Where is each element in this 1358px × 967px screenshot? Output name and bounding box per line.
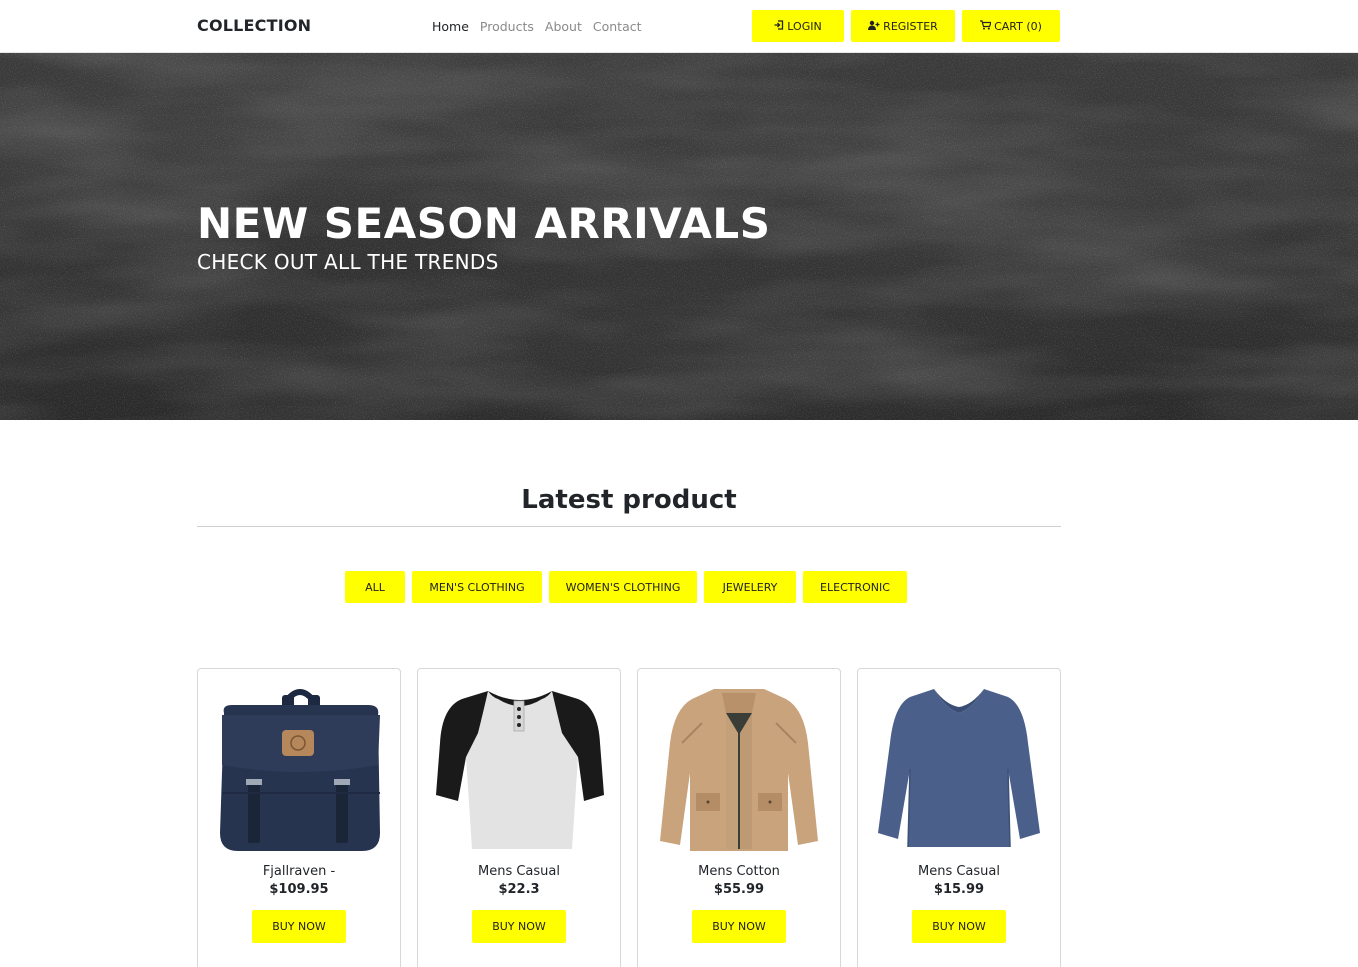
product-price: $22.3	[498, 882, 540, 897]
filter-mens-clothing-button[interactable]: MEN'S CLOTHING	[412, 571, 542, 603]
buy-now-button[interactable]: BUY NOW	[692, 910, 786, 943]
register-button[interactable]: REGISTER	[851, 10, 955, 42]
product-name: Mens Casual	[478, 864, 560, 879]
product-name: Mens Casual	[918, 864, 1000, 879]
product-card: Mens Casual $22.3 BUY NOW	[417, 668, 621, 967]
product-image-slim-fit-tshirt	[878, 689, 1040, 848]
shopping-cart-icon	[980, 19, 992, 33]
product-image-raglan-tshirt	[436, 691, 604, 849]
filter-womens-clothing-button[interactable]: WOMEN'S CLOTHING	[549, 571, 697, 603]
hero-subtitle: CHECK OUT ALL THE TRENDS	[197, 250, 499, 274]
buy-now-button[interactable]: BUY NOW	[472, 910, 566, 943]
filter-electronic-button[interactable]: ELECTRONIC	[803, 571, 907, 603]
product-name: Fjallraven -	[262, 864, 336, 879]
nav-links: Home Products About Contact	[432, 19, 642, 34]
product-name: Mens Cotton	[698, 864, 780, 879]
sign-in-icon	[774, 19, 784, 33]
product-grid: Fjallraven - $109.95 BUY NOW Mens Casual…	[197, 668, 1061, 967]
buy-now-button[interactable]: BUY NOW	[912, 910, 1006, 943]
buy-now-button[interactable]: BUY NOW	[252, 910, 346, 943]
nav-link-contact[interactable]: Contact	[593, 19, 642, 34]
product-price: $109.95	[269, 882, 329, 897]
nav-buttons: LOGIN REGISTER CART (0)	[752, 10, 1060, 42]
cart-label: CART (0)	[994, 19, 1042, 33]
filter-jewelery-button[interactable]: JEWELERY	[704, 571, 796, 603]
product-card: Mens Cotton $55.99 BUY NOW	[637, 668, 841, 967]
cart-button[interactable]: CART (0)	[962, 10, 1060, 42]
nav-link-home[interactable]: Home	[432, 19, 469, 34]
hero-title: NEW SEASON ARRIVALS	[197, 199, 771, 248]
product-card: Mens Casual $15.99 BUY NOW	[857, 668, 1061, 967]
user-plus-icon	[868, 20, 880, 33]
hero-banner: NEW SEASON ARRIVALS CHECK OUT ALL THE TR…	[0, 53, 1358, 420]
filter-all-button[interactable]: ALL	[345, 571, 405, 603]
product-image-cotton-jacket	[660, 689, 818, 851]
register-label: REGISTER	[883, 19, 938, 33]
product-price: $55.99	[713, 882, 765, 897]
product-image-backpack	[220, 689, 380, 851]
login-button[interactable]: LOGIN	[752, 10, 844, 42]
section-divider	[197, 526, 1061, 527]
brand-logo[interactable]: COLLECTION	[197, 16, 311, 35]
navbar: COLLECTION Home Products About Contact L…	[0, 0, 1358, 53]
section-title: Latest product	[521, 485, 737, 515]
login-label: LOGIN	[787, 19, 822, 33]
nav-link-about[interactable]: About	[545, 19, 582, 34]
product-price: $15.99	[933, 882, 985, 897]
category-filters: ALL MEN'S CLOTHING WOMEN'S CLOTHING JEWE…	[345, 571, 907, 603]
nav-link-products[interactable]: Products	[480, 19, 534, 34]
product-card: Fjallraven - $109.95 BUY NOW	[197, 668, 401, 967]
